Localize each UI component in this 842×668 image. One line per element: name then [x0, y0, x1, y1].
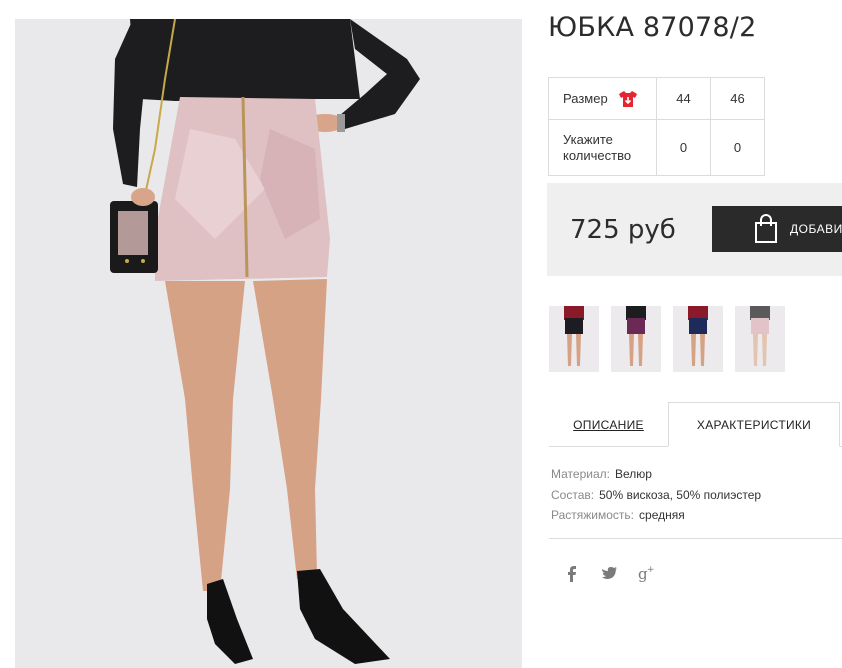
product-tabs: ОПИСАНИЕ ХАРАКТЕРИСТИКИ — [549, 402, 842, 447]
quantity-label: Укажите количество — [563, 131, 632, 163]
section-divider — [549, 538, 842, 539]
product-illustration — [15, 19, 522, 668]
thumbnail-image — [611, 306, 661, 372]
size-table: Размер 44 46 Укажите количество 0 0 — [548, 77, 765, 176]
quantity-input-44[interactable]: 0 — [656, 119, 711, 176]
svg-text:+: + — [647, 565, 655, 575]
quantity-label-cell: Укажите количество — [548, 119, 657, 176]
characteristic-row: Растяжимость: средняя — [551, 505, 761, 526]
characteristic-row: Состав: 50% вискоза, 50% полиэстер — [551, 485, 761, 506]
social-share: g + — [564, 562, 655, 584]
size-option-46[interactable]: 46 — [710, 77, 765, 120]
characteristic-key: Материал: — [551, 467, 610, 481]
characteristics-list: Материал: Велюр Состав: 50% вискоза, 50% п… — [551, 464, 761, 526]
size-option-44[interactable]: 44 — [656, 77, 711, 120]
thumbnail-image — [673, 306, 723, 372]
size-label-cell: Размер — [548, 77, 657, 120]
characteristic-value: средняя — [639, 508, 685, 522]
size-label: Размер — [563, 91, 608, 106]
add-to-cart-button[interactable]: ДОБАВИТЬ — [712, 206, 842, 252]
thumbnail-pink[interactable] — [735, 306, 785, 372]
google-plus-icon[interactable]: g + — [638, 562, 655, 584]
tab-characteristics[interactable]: ХАРАКТЕРИСТИКИ — [668, 402, 840, 447]
characteristic-row: Материал: Велюр — [551, 464, 761, 485]
product-photo — [15, 19, 522, 668]
thumbnail-plum[interactable] — [611, 306, 661, 372]
thumbnail-navy[interactable] — [673, 306, 723, 372]
tab-description[interactable]: ОПИСАНИЕ — [549, 402, 668, 447]
shopping-bag-icon — [752, 214, 780, 244]
characteristic-value: 50% вискоза, 50% полиэстер — [599, 487, 762, 502]
product-title: ЮБКА 87078/2 — [548, 12, 757, 43]
thumbnail-black[interactable] — [549, 306, 599, 372]
thumbnail-image — [735, 306, 785, 372]
color-thumbnails — [549, 306, 785, 372]
facebook-icon[interactable] — [564, 562, 581, 584]
add-to-cart-label: ДОБАВИТЬ — [790, 222, 842, 236]
characteristic-key: Состав: — [551, 487, 595, 502]
characteristic-value: Велюр — [614, 467, 652, 481]
price-box: 725 руб ДОБАВИТЬ — [547, 183, 842, 276]
size-chart-icon[interactable] — [618, 90, 638, 108]
thumbnail-image — [549, 306, 599, 372]
quantity-input-46[interactable]: 0 — [710, 119, 765, 176]
twitter-icon[interactable] — [601, 562, 618, 584]
characteristic-key: Растяжимость: — [551, 508, 635, 522]
price: 725 руб — [570, 215, 676, 245]
